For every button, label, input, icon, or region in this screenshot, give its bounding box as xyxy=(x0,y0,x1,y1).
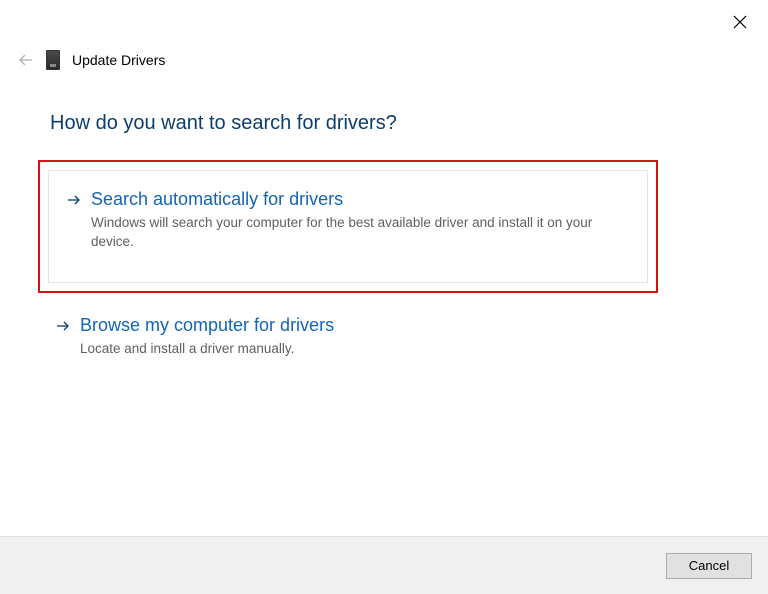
arrow-right-icon xyxy=(56,319,70,338)
window-title: Update Drivers xyxy=(72,52,165,68)
wizard-header: Update Drivers xyxy=(18,50,165,70)
arrow-right-icon xyxy=(67,193,81,212)
device-icon xyxy=(46,50,60,70)
back-button[interactable] xyxy=(18,52,34,68)
option-search-automatically[interactable]: Search automatically for drivers Windows… xyxy=(48,170,648,283)
highlight-frame: Search automatically for drivers Windows… xyxy=(38,160,658,293)
option-title: Browse my computer for drivers xyxy=(80,315,640,336)
cancel-button[interactable]: Cancel xyxy=(666,553,752,579)
option-description: Locate and install a driver manually. xyxy=(80,340,640,359)
option-content: Search automatically for drivers Windows… xyxy=(91,189,629,252)
dialog-footer: Cancel xyxy=(0,536,768,594)
option-title: Search automatically for drivers xyxy=(91,189,629,210)
close-icon xyxy=(733,15,747,29)
option-content: Browse my computer for drivers Locate an… xyxy=(80,315,640,359)
option-browse-computer[interactable]: Browse my computer for drivers Locate an… xyxy=(38,309,658,377)
page-heading: How do you want to search for drivers? xyxy=(50,112,397,135)
option-description: Windows will search your computer for th… xyxy=(91,214,629,252)
back-arrow-icon xyxy=(18,52,34,68)
close-button[interactable] xyxy=(730,12,750,32)
options-container: Search automatically for drivers Windows… xyxy=(38,160,658,377)
